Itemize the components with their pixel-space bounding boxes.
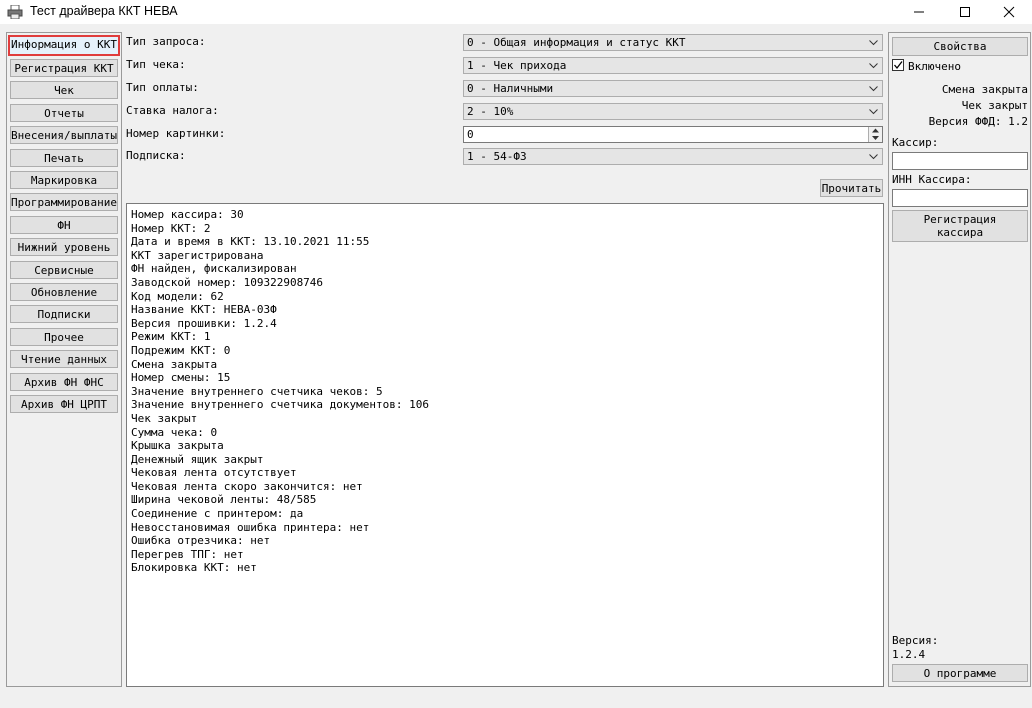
check-type-value: 1 - Чек прихода (467, 59, 567, 72)
picture-number-label: Номер картинки: (126, 127, 226, 140)
chevron-down-icon (869, 63, 878, 69)
nav-button[interactable]: Сервисные (10, 260, 118, 279)
output-line: Смена закрыта (131, 357, 218, 371)
output-line: Номер кассира: 30 (131, 208, 244, 221)
shift-status: Смена закрыта (941, 83, 1028, 96)
spin-down-icon[interactable] (869, 135, 882, 142)
output-line: Соединение с принтером: да (131, 507, 304, 521)
side-panel (888, 32, 1031, 687)
subscription-label: Подписка: (126, 149, 186, 162)
output-line: Чековая лента отсутствует (131, 466, 297, 480)
chevron-down-icon (869, 86, 878, 92)
maximize-icon (960, 7, 970, 17)
nav-button[interactable]: Отчеты (10, 103, 118, 122)
printer-icon (7, 5, 23, 19)
window-title: Тест драйвера ККТ НЕВА (30, 4, 178, 18)
maximize-button[interactable] (942, 0, 988, 24)
version-label: Версия: (892, 634, 939, 647)
output-line: Номер ККТ: 2 (131, 221, 211, 235)
output-line: Дата и время в ККТ: 13.10.2021 11:55 (131, 235, 370, 249)
nav-button[interactable]: Прочее (10, 327, 118, 346)
nav-button[interactable]: Печать (10, 148, 118, 167)
output-line: Значение внутреннего счетчика документов… (131, 398, 430, 412)
tax-rate-label: Ставка налога: (126, 104, 219, 117)
register-cashier-button[interactable]: Регистрация кассира (892, 210, 1028, 242)
nav-button[interactable]: ФН (10, 215, 118, 234)
output-line: Код модели: 62 (131, 289, 224, 303)
request-type-select[interactable]: 0 - Общая информация и статус ККТ (463, 34, 883, 51)
title-bar: Тест драйвера ККТ НЕВА (0, 0, 1032, 24)
output-line: Чековая лента скоро закончится: нет (131, 479, 363, 493)
ffd-version: Версия ФФД: 1.2 (928, 115, 1028, 128)
output-line: ФН найден, фискализирован (131, 262, 297, 276)
output-line: Невосстановимая ошибка принтера: нет (131, 520, 370, 534)
picture-number-value: 0 (467, 128, 474, 141)
register-cashier-label-2: кассира (936, 226, 984, 239)
nav-button[interactable]: Регистрация ККТ (10, 59, 118, 77)
nav-button[interactable]: Архив ФН ФНС (10, 372, 118, 391)
chevron-down-icon (869, 109, 878, 115)
payment-type-select[interactable]: 0 - Наличными (463, 80, 883, 97)
output-line: Подрежим ККТ: 0 (131, 343, 231, 357)
nav-button[interactable]: Чек (10, 81, 118, 100)
minimize-icon (914, 11, 924, 13)
nav-button[interactable]: Маркировка (10, 171, 118, 189)
chevron-down-icon (869, 40, 878, 46)
output-line: ККТ зарегистрирована (131, 248, 264, 262)
nav-button[interactable]: Подписки (10, 305, 118, 324)
output-line: Блокировка ККТ: нет (131, 561, 257, 575)
nav-button[interactable]: Информация о ККТ (8, 35, 120, 56)
subscription-select[interactable]: 1 - 54-ФЗ (463, 148, 883, 165)
output-line: Режим ККТ: 1 (131, 330, 211, 344)
check-type-label: Тип чека: (126, 58, 186, 71)
cashier-label: Кассир: (892, 136, 939, 149)
output-line: Крышка закрыта (131, 439, 224, 453)
chevron-down-icon (869, 154, 878, 160)
spin-up-icon[interactable] (869, 127, 882, 134)
cashier-input[interactable] (892, 152, 1028, 170)
cashier-inn-label: ИНН Кассира: (892, 173, 972, 186)
payment-type-label: Тип оплаты: (126, 81, 199, 94)
nav-button[interactable]: Внесения/выплаты (10, 126, 118, 145)
tax-rate-select[interactable]: 2 - 10% (463, 103, 883, 120)
output-line: Значение внутреннего счетчика чеков: 5 (131, 384, 383, 398)
output-line: Денежный ящик закрыт (131, 452, 264, 466)
close-icon (1003, 6, 1015, 18)
output-textarea[interactable]: Номер кассира: 30 Номер ККТ: 2 Дата и врем… (126, 203, 884, 687)
version-value: 1.2.4 (892, 648, 926, 661)
payment-type-value: 0 - Наличными (467, 82, 554, 95)
request-type-label: Тип запроса: (126, 35, 206, 48)
output-line: Название ККТ: НЕВА-03Ф (131, 303, 277, 317)
spin-buttons[interactable] (868, 127, 882, 142)
enabled-label: Включено (908, 60, 961, 73)
nav-button[interactable]: Архив ФН ЦРПТ (10, 395, 118, 413)
request-type-value: 0 - Общая информация и статус ККТ (467, 36, 686, 49)
cashier-inn-input[interactable] (892, 189, 1028, 207)
close-button[interactable] (986, 0, 1032, 24)
register-cashier-label-1: Регистрация (923, 213, 997, 226)
picture-number-spinbox[interactable]: 0 (463, 126, 883, 143)
checkmark-icon (894, 61, 903, 70)
output-line: Версия прошивки: 1.2.4 (131, 316, 277, 330)
check-status: Чек закрыт (961, 99, 1028, 112)
output-line: Чек закрыт (131, 411, 198, 425)
minimize-button[interactable] (896, 0, 942, 24)
enabled-checkbox[interactable] (892, 59, 904, 71)
output-line: Ширина чековой ленты: 48/585 (131, 493, 317, 507)
output-line: Номер смены: 15 (131, 371, 231, 385)
subscription-value: 1 - 54-ФЗ (467, 150, 527, 163)
read-button[interactable]: Прочитать (820, 179, 883, 197)
output-line: Сумма чека: 0 (131, 425, 218, 439)
output-line: Заводской номер: 109322908746 (131, 275, 324, 289)
nav-button[interactable]: Программирование (10, 193, 118, 212)
output-line: Перегрев ТПГ: нет (131, 547, 244, 561)
nav-button[interactable]: Обновление (10, 283, 118, 301)
tax-rate-value: 2 - 10% (467, 105, 514, 118)
about-button[interactable]: О программе (892, 664, 1028, 682)
output-line: Ошибка отрезчика: нет (131, 534, 271, 548)
nav-button[interactable]: Нижний уровень (10, 238, 118, 257)
properties-button[interactable]: Свойства (892, 37, 1028, 56)
check-type-select[interactable]: 1 - Чек прихода (463, 57, 883, 74)
nav-button[interactable]: Чтение данных (10, 350, 118, 369)
